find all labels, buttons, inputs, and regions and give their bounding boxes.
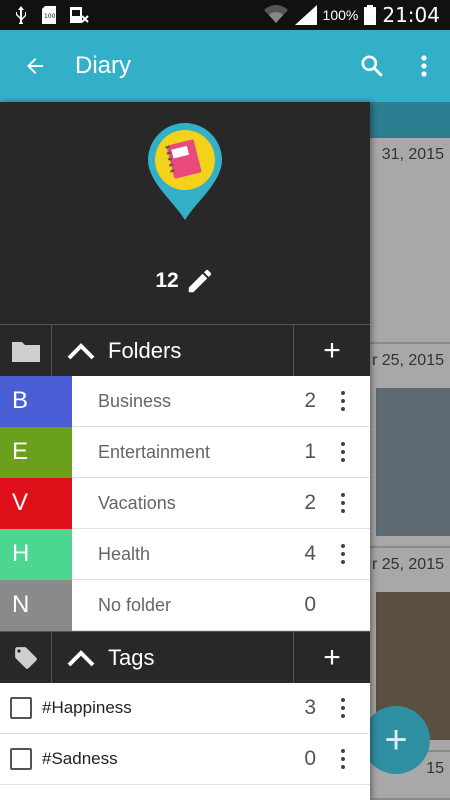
folder-menu-spacer (316, 580, 370, 631)
tag-menu-button[interactable] (316, 683, 370, 734)
chevron-up-icon (67, 649, 95, 666)
search-button[interactable] (346, 30, 398, 102)
more-vert-icon (421, 55, 427, 77)
folder-icon (0, 325, 52, 376)
folder-count: 2 (304, 491, 316, 514)
folder-menu-button[interactable] (316, 376, 370, 427)
usb-icon (16, 6, 26, 24)
navigation-drawer: 12 Folders + B Business 2 E Entertainmen… (0, 102, 370, 800)
folder-item-no-folder[interactable]: N No folder 0 (0, 579, 370, 631)
arrow-back-icon (27, 58, 43, 74)
entry-count: 12 (155, 269, 179, 292)
folder-name: No folder (98, 594, 172, 615)
entry-date: 15 (426, 760, 444, 777)
sd-card-icon: 100 (42, 6, 56, 24)
more-vert-icon (341, 544, 345, 564)
more-vert-icon (341, 391, 345, 411)
tags-title: Tags (108, 644, 155, 670)
wifi-icon (263, 5, 288, 24)
svg-text:100: 100 (44, 13, 56, 20)
folder-count: 0 (304, 593, 316, 616)
more-vert-icon (341, 698, 345, 718)
overflow-menu-button[interactable] (398, 30, 450, 102)
tag-name: #Happiness (42, 698, 132, 717)
tag-count: 0 (304, 747, 316, 770)
chevron-up-icon (67, 342, 95, 359)
drawer-header: 12 (0, 102, 370, 324)
tag-menu-button[interactable] (316, 734, 370, 785)
tag-count: 3 (304, 696, 316, 719)
battery-icon (364, 5, 377, 25)
back-button[interactable] (0, 30, 70, 102)
app-bar: Diary (0, 30, 450, 102)
list-item[interactable]: r 25, 2015 (370, 344, 450, 548)
entry-photo (376, 388, 450, 536)
folder-menu-button[interactable] (316, 529, 370, 580)
tag-checkbox[interactable] (10, 748, 32, 770)
tags-toggle[interactable]: Tags (52, 632, 294, 683)
entry-count-row[interactable]: 12 (0, 266, 370, 296)
tag-icon (0, 632, 52, 683)
more-vert-icon (341, 442, 345, 462)
add-tag-button[interactable]: + (294, 632, 370, 683)
diary-logo-icon (148, 123, 222, 220)
battery-percent: 100% (322, 7, 359, 23)
tag-name: #Sadness (42, 749, 118, 768)
tag-item-happiness[interactable]: #Happiness 3 (0, 683, 370, 734)
more-vert-icon (341, 493, 345, 513)
more-vert-icon (341, 749, 345, 769)
status-bar: 100 100% 21:04 (0, 0, 450, 30)
app-title: Diary (75, 52, 132, 79)
folder-name: Health (98, 543, 151, 564)
folder-letter: N (0, 579, 72, 631)
list-item[interactable]: 31, 2015 (370, 138, 450, 344)
tag-checkbox[interactable] (10, 697, 32, 719)
folder-count: 1 (304, 440, 316, 463)
folder-item-entertainment[interactable]: E Entertainment 1 (0, 426, 370, 478)
list-header-strip (370, 102, 450, 138)
entry-date: 31, 2015 (381, 146, 444, 163)
folder-count: 4 (304, 542, 316, 565)
folder-item-vacations[interactable]: V Vacations 2 (0, 477, 370, 529)
folder-name: Entertainment (98, 441, 211, 462)
search-icon (361, 55, 383, 77)
folder-item-health[interactable]: H Health 4 (0, 528, 370, 580)
no-sim-icon (70, 7, 89, 23)
tag-item-sadness[interactable]: #Sadness 0 (0, 734, 370, 785)
folder-letter: E (0, 426, 72, 478)
add-entry-fab[interactable]: + (362, 706, 430, 774)
tags-section-header: Tags + (0, 631, 370, 683)
entry-date: r 25, 2015 (371, 556, 444, 573)
add-folder-button[interactable]: + (294, 325, 370, 376)
folder-letter: B (0, 375, 72, 427)
folders-toggle[interactable]: Folders (52, 325, 294, 376)
folder-letter: V (0, 477, 72, 529)
entry-date: r 25, 2015 (371, 352, 444, 369)
folders-title: Folders (108, 337, 182, 363)
folder-menu-button[interactable] (316, 427, 370, 478)
folders-section-header: Folders + (0, 324, 370, 376)
signal-icon (294, 5, 317, 25)
folder-menu-button[interactable] (316, 478, 370, 529)
folder-name: Vacations (98, 492, 176, 513)
clock: 21:04 (382, 3, 440, 27)
folder-letter: H (0, 528, 72, 580)
folder-name: Business (98, 390, 172, 411)
folder-item-business[interactable]: B Business 2 (0, 375, 370, 427)
edit-pencil-icon[interactable] (185, 266, 215, 296)
folder-count: 2 (304, 389, 316, 412)
